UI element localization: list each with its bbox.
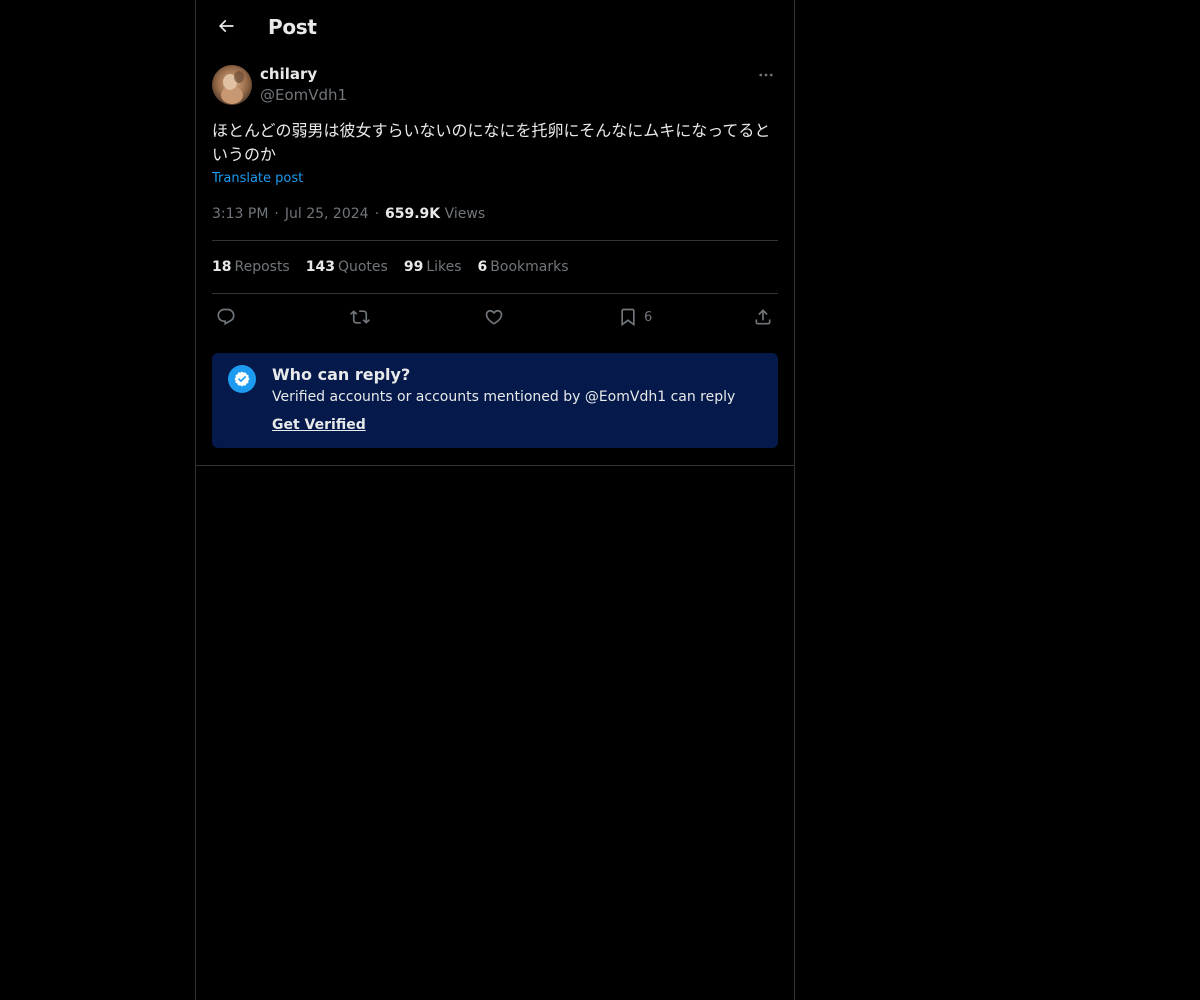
who-can-reply-card: Who can reply? Verified accounts or acco… (212, 353, 778, 448)
post-stats: 18 Reposts 143 Quotes 99 Likes 6 Bookmarks (212, 257, 585, 277)
post-meta: 3:13 PM · Jul 25, 2024 · 659.9K Views (212, 204, 485, 224)
bookmarks-label: Bookmarks (490, 259, 569, 275)
bookmarks-count: 6 (477, 259, 488, 275)
translate-post-link[interactable]: Translate post (212, 170, 303, 188)
verified-badge-icon (228, 365, 256, 393)
like-button[interactable] (484, 304, 504, 330)
post-text: ほとんどの弱男は彼女すらいないのになにを托卵にそんなにムキになってるというのか (212, 121, 771, 164)
likes-count: 99 (403, 259, 424, 275)
views-label: Views (444, 206, 486, 222)
likes-stat[interactable]: 99 Likes (404, 257, 462, 277)
post-bottom-divider (196, 465, 794, 466)
repost-icon (350, 310, 370, 324)
reposts-count: 18 (212, 259, 232, 275)
bookmarks-stat[interactable]: 6 Bookmarks (478, 257, 569, 277)
share-button[interactable] (753, 304, 773, 330)
views-count: 659.9K (385, 206, 441, 222)
meta-separator: · (374, 206, 380, 222)
avatar[interactable] (212, 65, 252, 105)
who-can-reply-title: Who can reply? (272, 365, 411, 384)
arrow-left-icon (218, 19, 234, 33)
checkmark-badge-icon (234, 371, 250, 387)
back-button[interactable] (208, 8, 244, 44)
share-icon (755, 309, 771, 325)
divider (212, 293, 778, 294)
get-verified-link[interactable]: Get Verified (272, 415, 366, 435)
bookmark-icon (621, 308, 635, 327)
post-date[interactable]: Jul 25, 2024 (285, 206, 369, 222)
divider (212, 240, 778, 241)
meta-separator: · (274, 206, 279, 222)
author-handle[interactable]: @EomVdh1 (260, 85, 347, 105)
reposts-stat[interactable]: 18 Reposts (212, 257, 290, 277)
header: Post (196, 0, 794, 53)
heart-icon (485, 309, 503, 325)
main-column: Post chilary @EomVdh1 ほとんどの弱男は彼女すらいないのにな… (195, 0, 795, 1000)
likes-label: Likes (426, 259, 462, 275)
bookmark-count: 6 (644, 309, 653, 325)
reposts-label: Reposts (234, 259, 290, 275)
post-time[interactable]: 3:13 PM (212, 206, 268, 222)
avatar-image (212, 65, 252, 105)
reply-button[interactable] (216, 304, 236, 330)
quotes-count: 143 (305, 259, 335, 275)
more-dots-icon (759, 73, 773, 77)
repost-button[interactable] (350, 304, 370, 330)
reply-icon (217, 308, 235, 326)
action-bar: 6 (212, 304, 778, 330)
bookmark-button[interactable]: 6 (618, 304, 652, 330)
quotes-label: Quotes (337, 259, 388, 275)
more-options-button[interactable] (754, 65, 778, 85)
quotes-stat[interactable]: 143 Quotes (306, 257, 388, 277)
who-can-reply-subtitle: Verified accounts or accounts mentioned … (272, 389, 736, 405)
author-name[interactable]: chilary (260, 64, 317, 84)
page-title: Post (268, 15, 317, 39)
